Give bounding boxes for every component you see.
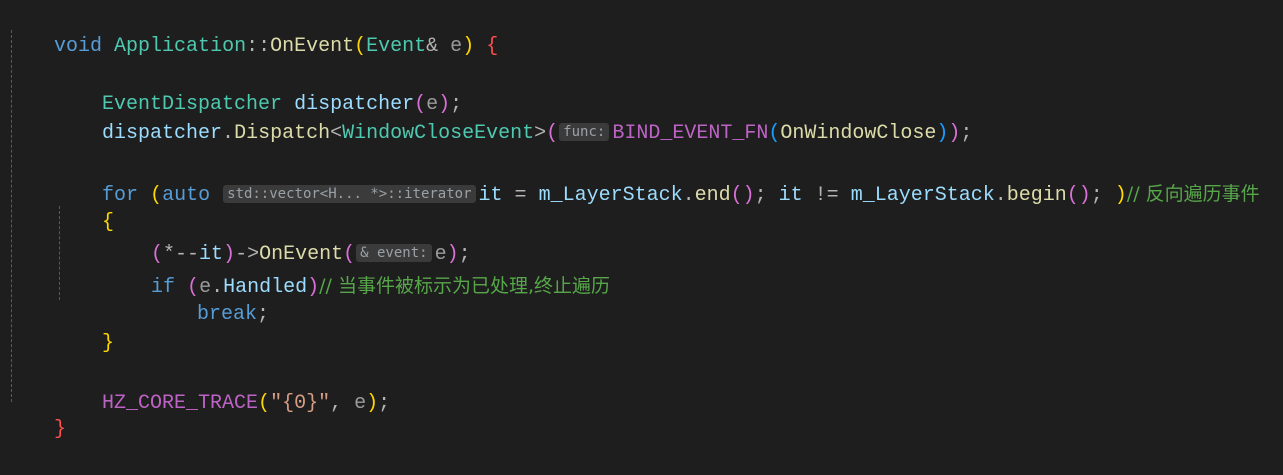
paren-open: ( — [354, 35, 367, 58]
template-arg: WindowCloseEvent — [342, 122, 535, 145]
paren-close: ) — [366, 392, 379, 415]
paren-open: ( — [150, 184, 163, 207]
comma: , — [330, 392, 343, 415]
dot-operator: . — [682, 184, 695, 207]
layerstack-object: m_LayerStack — [538, 184, 683, 207]
dot-operator: . — [222, 122, 235, 145]
comment: // 反向遍历事件 — [1126, 183, 1260, 205]
macro-paren-close: ) — [936, 122, 949, 145]
keyword-break: break — [197, 303, 258, 326]
iterator-var: it — [478, 184, 503, 207]
not-equal-operator: != — [802, 184, 851, 207]
string-literal: "{0}" — [270, 392, 331, 415]
layerstack-object: m_LayerStack — [850, 184, 995, 207]
reference-operator: & — [426, 35, 439, 58]
method-end: end — [694, 184, 731, 207]
semicolon: ; — [257, 303, 270, 326]
code-line-4[interactable]: dispatcher.Dispatch<WindowCloseEvent>(fu… — [54, 89, 972, 145]
semicolon: ; — [754, 184, 779, 207]
parameter-hint: func: — [559, 123, 610, 141]
paren-close: ) — [307, 276, 320, 299]
code-line-11[interactable]: } — [54, 299, 114, 355]
semicolon: ; — [960, 122, 973, 145]
scope-operator: :: — [246, 35, 271, 58]
macro-name: BIND_EVENT_FN — [612, 122, 769, 145]
keyword-void: void — [54, 35, 103, 58]
template-open: < — [330, 122, 343, 145]
paren-close: ) — [948, 122, 961, 145]
function-name: OnEvent — [270, 35, 355, 58]
paren-open: ( — [546, 122, 559, 145]
param-name: e — [450, 35, 463, 58]
code-line-7[interactable]: { — [54, 178, 114, 234]
code-line-3[interactable]: EventDispatcher dispatcher(e); — [54, 60, 462, 116]
method-name: Dispatch — [234, 122, 331, 145]
macro-name: HZ_CORE_TRACE — [102, 392, 259, 415]
code-line-6[interactable]: for (auto std::vector<H... *>::iterator i… — [54, 149, 1260, 207]
code-line-8[interactable]: (*--it)->OnEvent(& event: e); — [103, 210, 471, 266]
code-line-13[interactable]: HZ_CORE_TRACE("{0}", e); — [54, 359, 390, 415]
code-line-10[interactable]: break; — [149, 270, 269, 326]
paren-close: ) — [1114, 184, 1127, 207]
call-parens: () — [1066, 184, 1091, 207]
iterator-var: it — [778, 184, 803, 207]
function-brace-open: { — [486, 35, 499, 58]
comment: // 当事件被标示为已处理,终止遍历 — [319, 275, 611, 297]
paren-close: ) — [462, 35, 475, 58]
semicolon: ; — [1090, 184, 1115, 207]
macro-paren-open: ( — [768, 122, 781, 145]
macro-argument: OnWindowClose — [780, 122, 937, 145]
code-editor[interactable]: void Application::OnEvent(Event& e) { Ev… — [0, 0, 1283, 441]
class-name: Application — [114, 35, 247, 58]
code-line-1[interactable]: void Application::OnEvent(Event& e) { — [6, 2, 498, 58]
method-begin: begin — [1006, 184, 1067, 207]
template-close: > — [534, 122, 547, 145]
type-hint: std::vector<H... *>::iterator — [223, 185, 476, 203]
paren-open: ( — [258, 392, 271, 415]
keyword-auto: auto — [162, 184, 211, 207]
dot-operator: . — [994, 184, 1007, 207]
for-brace-close: } — [102, 332, 115, 355]
function-brace-close: } — [54, 418, 67, 441]
code-line-9[interactable]: if (e.Handled)// 当事件被标示为已处理,终止遍历 — [103, 241, 610, 299]
param-type: Event — [366, 35, 427, 58]
argument: e — [354, 392, 367, 415]
semicolon: ; — [378, 392, 391, 415]
code-line-14[interactable]: } — [6, 385, 66, 441]
call-parens: () — [730, 184, 755, 207]
assign-operator: = — [502, 184, 539, 207]
object-name: dispatcher — [102, 122, 223, 145]
